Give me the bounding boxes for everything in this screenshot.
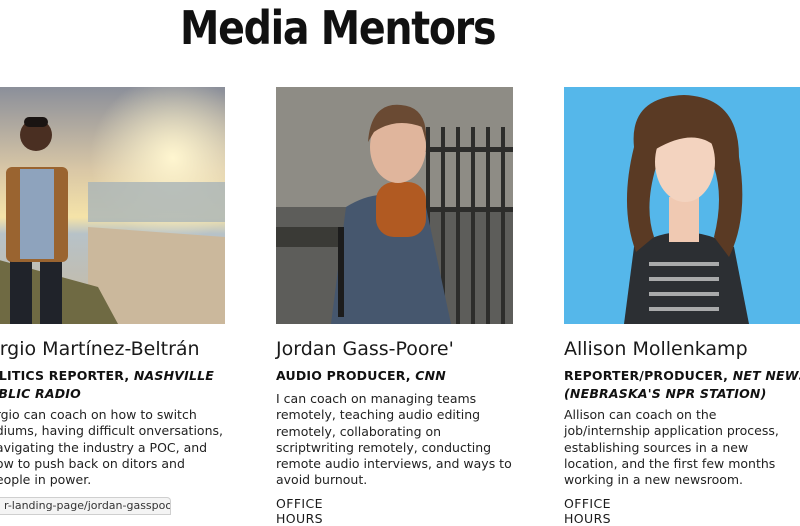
status-bar-url: r-landing-page/jordan-gasspoore [0, 497, 171, 515]
mentor-bio: I can coach on managing teams remotely, … [276, 391, 512, 488]
mentor-role-outlet: CNN [415, 368, 446, 383]
mentor-photo[interactable] [564, 87, 800, 324]
mentor-role-title: REPORTER/PRODUCER, [564, 368, 733, 383]
office-hours-link[interactable]: OFFICE HOURS [276, 496, 323, 526]
mentor-role: AUDIO PRODUCER, CNN [276, 367, 521, 385]
mentor-name[interactable]: Allison Mollenkamp [564, 337, 748, 361]
mentor-name[interactable]: ergio Martínez-Beltrán [0, 337, 200, 361]
mentor-role: REPORTER/PRODUCER, NET NEWS (NEBRASKA'S … [564, 367, 800, 403]
office-hours-link[interactable]: OFFICE HOURS [564, 496, 611, 526]
mentor-name[interactable]: Jordan Gass-Poore' [276, 337, 454, 361]
mentor-bio: Allison can coach on the job/internship … [564, 407, 779, 488]
mentor-role: OLITICS REPORTER, NASHVILLE UBLIC RADIO [0, 367, 233, 403]
mentor-role-title: AUDIO PRODUCER, [276, 368, 416, 383]
page-title: Media Mentors [180, 1, 497, 55]
mentor-bio: ergio can coach on how to switch ediums,… [0, 407, 223, 488]
mentor-role-title: OLITICS REPORTER, [0, 368, 134, 383]
mentor-photo[interactable] [276, 87, 513, 324]
mentor-photo[interactable] [0, 87, 225, 324]
